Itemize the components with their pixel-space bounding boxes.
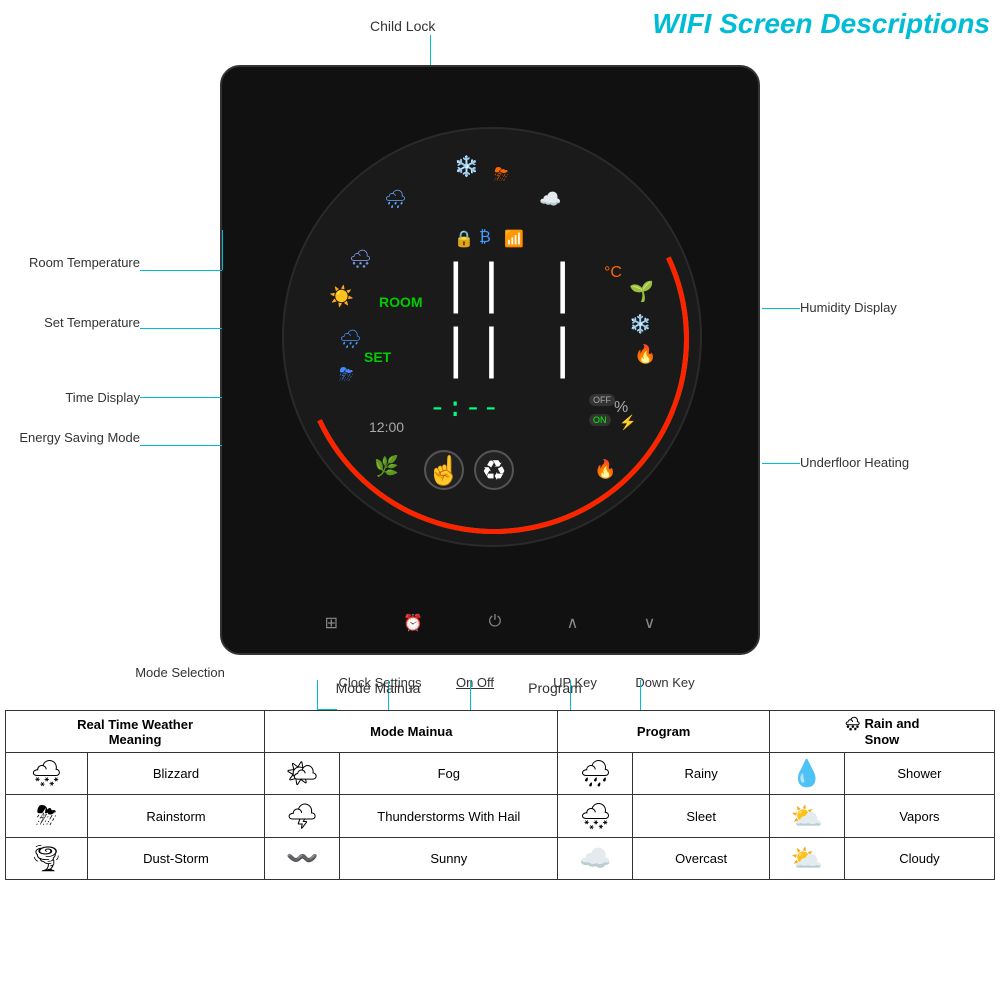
down-btn[interactable]: ∨ bbox=[644, 613, 656, 633]
rain-icon: 🌧 bbox=[339, 329, 362, 350]
program-label: Program bbox=[490, 680, 620, 696]
duststorm-icon-cell: 🌪 bbox=[6, 838, 88, 880]
table-row: 🌨 Blizzard 🌤 Fog 🌧 Rainy 💧 Shower bbox=[6, 753, 995, 795]
bluetooth-icon: ₿ bbox=[479, 229, 491, 247]
overcast-label: Overcast bbox=[633, 838, 769, 880]
up-btn[interactable]: ∧ bbox=[567, 613, 579, 633]
room-temp-line-v bbox=[222, 230, 223, 270]
rainy-icon-cell: 🌧 bbox=[558, 753, 633, 795]
child-lock-label: Child Lock bbox=[370, 18, 435, 34]
time-display-line bbox=[140, 397, 222, 398]
blizzard-icon: 🌨 bbox=[349, 249, 372, 270]
off-toggle[interactable]: OFF bbox=[589, 394, 615, 406]
shower-icon-cell: 💧 bbox=[769, 753, 844, 795]
time-display-area: 12:00 bbox=[369, 419, 404, 435]
blizzard-label: Blizzard bbox=[87, 753, 264, 795]
rainy-label: Rainy bbox=[633, 753, 769, 795]
table-header-rainsnow: 🌨 Rain andSnow bbox=[769, 711, 994, 753]
table-header-program: Program bbox=[558, 711, 769, 753]
fog-label: Fog bbox=[340, 753, 558, 795]
mode-mainua-label: Mode Mainua bbox=[278, 680, 478, 696]
storm-icon: ⛈ bbox=[494, 164, 508, 185]
blizzard-icon-cell: 🌨 bbox=[6, 753, 88, 795]
set-temperature-label: Set Temperature bbox=[10, 315, 140, 330]
down-v-line bbox=[640, 680, 641, 710]
room-temperature-label: Room Temperature bbox=[10, 255, 140, 270]
vapors-label: Vapors bbox=[844, 795, 994, 838]
main-temperature-display: || | bbox=[439, 259, 581, 315]
celsius-icon: °C bbox=[604, 264, 622, 282]
time-digits: -:-- bbox=[429, 394, 500, 425]
sleet-label: Sleet bbox=[633, 795, 769, 838]
room-label: ROOM bbox=[379, 294, 423, 310]
device-buttons-row: ⊞ ⏰ ⏻ ∧ ∨ bbox=[222, 613, 758, 633]
thunderhail-label: Thunderstorms With Hail bbox=[340, 795, 558, 838]
heavy-rain-icon: ⛈ bbox=[339, 364, 353, 385]
fog-icon-cell: 🌤 bbox=[265, 753, 340, 795]
touch-button[interactable]: ☝ bbox=[424, 450, 464, 490]
sunny-icon-cell: 〰️ bbox=[265, 838, 340, 880]
snow-icon: ❄️ bbox=[454, 154, 479, 179]
mode-btn[interactable]: ⊞ bbox=[325, 613, 338, 633]
display-circle: ❄️ ⛈ 🌧 ☁️ 🔒 ₿ 📶 🌨 ☀️ ROOM 🌧 SET ⛈ 12:00 … bbox=[282, 127, 702, 547]
duststorm-label: Dust-Storm bbox=[87, 838, 264, 880]
on-toggle[interactable]: ON bbox=[589, 414, 611, 426]
table-row: 🌪 Dust-Storm 〰️ Sunny ☁️ Overcast ⛅ Clou… bbox=[6, 838, 995, 880]
humidity-display-label: Humidity Display bbox=[800, 300, 980, 315]
thermostat-device: ❄️ ⛈ 🌧 ☁️ 🔒 ₿ 📶 🌨 ☀️ ROOM 🌧 SET ⛈ 12:00 … bbox=[220, 65, 760, 655]
wifi-icon: 📶 bbox=[504, 229, 524, 249]
vapors-icon-cell: ⛅ bbox=[769, 795, 844, 838]
eco-button[interactable]: ♻ bbox=[474, 450, 514, 490]
sleet-icon-cell: 🌨 bbox=[558, 795, 633, 838]
time-display-label: Time Display bbox=[10, 390, 140, 405]
room-temp-line-h bbox=[140, 270, 222, 271]
lock-icon: 🔒 bbox=[454, 229, 474, 249]
cloudy-icon-cell: ⛅ bbox=[769, 838, 844, 880]
weather-table: Real Time WeatherMeaning Mode Mainua Pro… bbox=[5, 710, 995, 880]
humidity-plant-icon: 🌱 bbox=[629, 279, 654, 304]
down-key-label: Down Key bbox=[625, 675, 705, 690]
rain-cloud-icon: 🌧 bbox=[384, 189, 407, 210]
shower-label: Shower bbox=[844, 753, 994, 795]
eco-icon: 🌿 bbox=[374, 454, 399, 479]
energy-saving-label: Energy Saving Mode bbox=[10, 430, 140, 445]
energy-saving-line bbox=[140, 445, 222, 446]
main-temp-second-row: || | bbox=[439, 324, 581, 380]
sun-icon: ☀️ bbox=[329, 284, 354, 309]
power-btn[interactable]: ⏻ bbox=[489, 613, 502, 633]
flame-icon: 🔥 bbox=[634, 344, 656, 365]
underfloor-line bbox=[762, 463, 800, 464]
page-title: WIFI Screen Descriptions bbox=[652, 8, 990, 40]
cloud-icon: ☁️ bbox=[539, 189, 561, 210]
table-row: ⛈ Rainstorm 🌩 Thunderstorms With Hail 🌨 … bbox=[6, 795, 995, 838]
humidity-line bbox=[762, 308, 800, 309]
set-label: SET bbox=[364, 349, 391, 365]
bt-small-icon: ⚡ bbox=[619, 414, 636, 431]
underfloor-heating-label: Underfloor Heating bbox=[800, 455, 980, 470]
sunny-label: Sunny bbox=[340, 838, 558, 880]
snow-right-icon: ❄️ bbox=[629, 314, 651, 335]
thunderhail-icon-cell: 🌩 bbox=[265, 795, 340, 838]
table-header-weather: Real Time WeatherMeaning bbox=[6, 711, 265, 753]
overcast-icon-cell: ☁️ bbox=[558, 838, 633, 880]
table-header-mode: Mode Mainua bbox=[265, 711, 558, 753]
underfloor-icon: 🔥 bbox=[594, 459, 616, 480]
rainstorm-icon-cell: ⛈ bbox=[6, 795, 88, 838]
rainstorm-label: Rainstorm bbox=[87, 795, 264, 838]
mode-selection-label: Mode Selection bbox=[120, 665, 240, 680]
set-temp-line-h bbox=[140, 328, 222, 329]
cloudy-label: Cloudy bbox=[844, 838, 994, 880]
clock-btn[interactable]: ⏰ bbox=[403, 613, 423, 633]
